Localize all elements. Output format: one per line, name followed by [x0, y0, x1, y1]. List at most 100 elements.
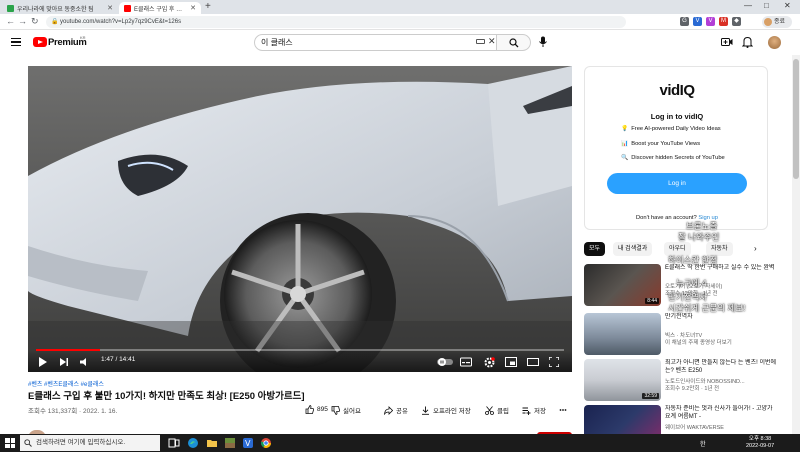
back-icon[interactable]: ←	[6, 16, 15, 26]
recommended-title[interactable]: 자동차 준비는 멋과 신사가 들어가! - 고양가요계 여름MT -	[665, 405, 777, 421]
scissors-icon	[485, 405, 494, 415]
dislike-button[interactable]: 싫어요	[331, 405, 361, 415]
puzzle-icon[interactable]: ◆	[732, 17, 741, 26]
settings-icon[interactable]	[484, 357, 495, 368]
notifications-bell-icon[interactable]	[742, 36, 753, 48]
create-video-icon[interactable]	[721, 37, 733, 47]
progress-bar[interactable]	[36, 349, 564, 351]
logo-region: KR	[80, 35, 86, 40]
recommended-channel[interactable]: 웨이브어 WAKTAVERSE	[665, 423, 777, 431]
recommended-video-2[interactable]: 만기전역자 빅스 · 차도녀TV 이 채널의 주제 종영상 더보기	[584, 313, 784, 355]
fullscreen-icon[interactable]	[549, 357, 559, 367]
video-thumbnail[interactable]: 8:44	[584, 264, 661, 306]
vidiq-heading: Log in to vidIQ	[650, 112, 704, 121]
search-input[interactable]: 이 클래스	[254, 34, 497, 51]
vidiq-logo: vidIQ	[659, 82, 695, 99]
youtube-header: Premium KR 이 클래스 ✕	[0, 31, 800, 55]
taskbar-clock[interactable]: 오후 8:38 2022-09-07	[746, 436, 774, 450]
minecraft-icon[interactable]	[224, 437, 236, 449]
new-tab-button[interactable]: +	[205, 1, 211, 12]
taskbar-search-input[interactable]: 검색하려면 여기에 입력하십시오.	[20, 435, 160, 451]
url-bar[interactable]: 🔒 youtube.com/watch?v=Lp2y7qz9CvE&t=126s	[46, 16, 626, 28]
page-scrollbar[interactable]	[792, 55, 800, 437]
account-avatar[interactable]	[768, 36, 781, 49]
video-thumbnail[interactable]: 32:59	[584, 359, 661, 401]
tab-close-icon[interactable]: ✕	[190, 4, 196, 12]
search-button[interactable]	[497, 34, 531, 51]
video-thumbnail[interactable]	[584, 313, 661, 355]
like-button[interactable]: 895	[305, 405, 328, 414]
overlay-comment: 잘 나와주인	[678, 232, 720, 242]
profile-avatar	[764, 18, 772, 26]
chip-all[interactable]: 모두	[584, 242, 606, 256]
save-button[interactable]: 저장	[522, 405, 546, 415]
search-icon	[509, 38, 519, 48]
reload-icon[interactable]: ↻	[31, 16, 39, 27]
clip-button[interactable]: 클립	[485, 405, 509, 415]
share-button[interactable]: 공유	[384, 405, 408, 415]
browser-tab-1[interactable]: 우리나라에 맞아요 동중소한 팀 ✕	[2, 2, 118, 14]
tool-icon[interactable]: V	[706, 17, 715, 26]
autoplay-toggle[interactable]	[437, 357, 453, 367]
browser-tab-2[interactable]: E클래스 구입 후 불만 10가지! 하지만 ✕	[119, 2, 201, 14]
vidiq-signup-row: Don't have an account? Sign up	[585, 215, 769, 221]
windows-start-icon[interactable]	[5, 438, 15, 448]
recommended-views: 이 채널의 주제 종영상 더보기	[665, 340, 732, 346]
video-duration: 8:44	[645, 298, 659, 304]
close-window-button[interactable]: ✕	[784, 1, 791, 10]
url-text: youtube.com/watch?v=Lp2y7qz9CvE&t=126s	[60, 19, 182, 25]
miniplayer-icon[interactable]	[505, 357, 517, 367]
profile-button[interactable]: 종료	[762, 16, 792, 28]
chip-my-search[interactable]: 내 검색결과	[613, 242, 653, 256]
progress-played	[36, 349, 100, 351]
video-duration: 32:59	[642, 393, 659, 399]
clear-search-icon[interactable]: ✕	[488, 36, 496, 47]
theater-icon[interactable]	[527, 357, 539, 367]
video-frame-car-image	[28, 66, 572, 372]
chrome-icon[interactable]	[260, 437, 272, 449]
video-views-date: 조회수 131,337회 · 2022. 1. 16.	[28, 408, 118, 415]
svg-text:V: V	[245, 439, 251, 448]
tray-language[interactable]: 한	[700, 439, 706, 448]
download-icon	[422, 406, 429, 415]
recommended-video-3[interactable]: 32:59 최고가 아니면 만들지 않는다 는 벤츠! 이번에는? 벤츠 E25…	[584, 359, 784, 401]
vidiq-feature-3: 🔍 Discover hidden Secrets of YouTube	[621, 155, 725, 161]
vpn-app-icon[interactable]: V	[242, 437, 254, 449]
forward-icon[interactable]: →	[18, 16, 27, 26]
edge-browser-icon[interactable]	[187, 437, 199, 449]
clock-date: 2022-09-07	[746, 443, 775, 449]
mail-icon[interactable]: M	[719, 17, 728, 26]
minimize-button[interactable]: —	[744, 1, 752, 10]
video-player[interactable]: 1:47 / 14:41	[28, 66, 572, 372]
youtube-favicon-icon	[124, 4, 131, 12]
hamburger-menu-icon[interactable]	[11, 38, 21, 47]
video-hashtags[interactable]: #벤츠 #벤츠E클래스 #e클래스	[28, 379, 104, 388]
next-icon[interactable]	[59, 357, 69, 367]
file-explorer-icon[interactable]	[206, 437, 218, 449]
more-actions-icon[interactable]	[559, 406, 567, 414]
extension-icon[interactable]: G	[680, 17, 689, 26]
chips-next-chevron-icon[interactable]: ›	[754, 244, 757, 253]
windows-taskbar: 검색하려면 여기에 입력하십시오. V 한 오후 8:38 2022-09-07	[0, 434, 800, 452]
taskbar-search-placeholder: 검색하려면 여기에 입력하십시오.	[36, 439, 126, 446]
youtube-logo-icon[interactable]	[33, 37, 47, 47]
scrollbar-thumb[interactable]	[793, 59, 799, 179]
maximize-button[interactable]: □	[764, 1, 769, 10]
recommended-title[interactable]: 최고가 아니면 만들지 않는다 는 벤츠! 이번에는? 벤츠 E250	[665, 359, 777, 375]
dislike-label: 싫어요	[343, 408, 361, 415]
time-display: 1:47 / 14:41	[101, 356, 136, 363]
volume-icon[interactable]	[80, 357, 90, 367]
subtitles-icon[interactable]	[460, 357, 472, 367]
share-icon	[384, 405, 393, 415]
mic-icon[interactable]	[538, 36, 548, 48]
vidiq-login-button[interactable]: Log in	[607, 173, 747, 194]
keyboard-icon[interactable]	[476, 39, 485, 44]
tab-close-icon[interactable]: ✕	[107, 4, 113, 12]
download-button[interactable]: 오프라인 저장	[421, 405, 471, 415]
clock-time: 오후 8:38	[748, 436, 772, 442]
vpn-icon[interactable]: V	[693, 17, 702, 26]
recommended-views: 조회수 9.2만회 · 1년 전	[665, 386, 720, 392]
play-icon[interactable]	[38, 357, 48, 367]
recommended-title[interactable]: 만기전역자	[665, 313, 777, 321]
task-view-icon[interactable]	[168, 437, 180, 449]
